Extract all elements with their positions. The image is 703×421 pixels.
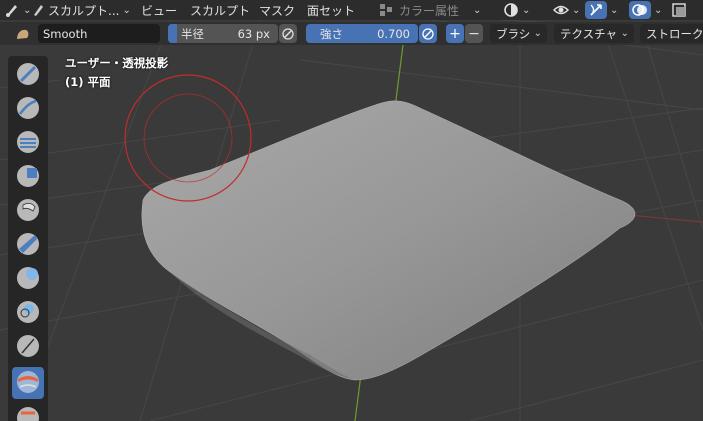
brush-menu[interactable]: ブラシ ⌄ <box>490 24 547 43</box>
eye-icon <box>552 2 570 18</box>
clay-thumb-brush-icon <box>15 197 41 226</box>
clay-brush-icon <box>15 129 41 158</box>
viewport-header: ⌄ スカルプト... ⌄ ビュー スカルプト マスク 面セット カラー属性 ⌄ … <box>0 0 703 20</box>
tool-settings-bar: Smooth 半径 63 px 強さ 0.700 + − ブラシ ⌄ テクスチャ… <box>0 22 703 45</box>
draw-brush-icon <box>15 61 41 90</box>
chevron-down-icon: ⌄ <box>620 28 629 39</box>
active-object-label: (1) 平面 <box>65 75 111 89</box>
tool-inflate[interactable] <box>12 263 44 295</box>
crease-brush-icon <box>15 333 41 362</box>
overlay-icon <box>632 2 648 18</box>
chevron-down-icon: ⌄ <box>610 4 619 16</box>
draw-sharp-brush-icon <box>15 95 41 124</box>
sculpt-mode-icon <box>4 2 20 18</box>
chevron-down-icon: ⌄ <box>654 4 663 16</box>
texture-menu[interactable]: テクスチャ ⌄ <box>554 24 634 43</box>
brush-thumbnail-icon <box>15 27 31 41</box>
mode-dropdown[interactable]: スカルプト... ⌄ <box>28 1 131 19</box>
xray-toggle[interactable] <box>671 1 687 19</box>
chevron-down-icon: ⌄ <box>473 4 482 16</box>
chevron-down-icon: ⌄ <box>522 4 531 16</box>
brush-name-field[interactable]: Smooth <box>38 24 160 43</box>
smooth-brush-icon <box>15 369 41 398</box>
tool-crease[interactable] <box>12 331 44 363</box>
color-attribute-icon <box>379 3 393 17</box>
strength-slider[interactable]: 強さ 0.700 <box>306 24 418 43</box>
brush-name: Smooth <box>43 26 88 41</box>
menu-mask[interactable]: マスク <box>259 1 295 19</box>
overlay-dropdown[interactable]: ⌄ <box>651 1 662 19</box>
color-attribute-dropdown[interactable]: カラー属性 ⌄ <box>379 1 481 19</box>
radius-pressure-button[interactable] <box>279 24 297 43</box>
strength-label: 強さ <box>320 26 343 41</box>
blob-brush-icon <box>15 299 41 328</box>
pen-pressure-icon <box>421 27 435 41</box>
object-type-visibility[interactable]: ⌄ <box>503 1 530 19</box>
tool-draw[interactable] <box>12 59 44 91</box>
inflate-brush-icon <box>15 265 41 294</box>
stroke-menu[interactable]: ストローク <box>640 24 703 43</box>
overlay-toggle[interactable] <box>629 1 651 19</box>
texture-menu-label: テクスチャ <box>560 26 618 41</box>
sculpt-brush-icon <box>32 3 44 17</box>
radius-value: 63 px <box>237 26 270 41</box>
color-attribute-label: カラー属性 <box>399 3 460 18</box>
view-perspective-label: ユーザー・透視投影 <box>65 56 169 70</box>
menu-sculpt[interactable]: スカルプト <box>190 1 250 19</box>
tool-shelf <box>8 56 48 421</box>
gizmo-toggle[interactable] <box>585 1 607 19</box>
radius-slider[interactable]: 半径 63 px <box>168 24 278 43</box>
tool-smooth[interactable] <box>12 367 44 399</box>
tool-clay-strips[interactable] <box>12 161 44 193</box>
tool-draw-sharp[interactable] <box>12 93 44 125</box>
direction-add-button[interactable]: + <box>446 24 464 43</box>
direction-subtract-button[interactable]: − <box>465 24 483 43</box>
strength-value: 0.700 <box>377 26 410 41</box>
menu-face-sets[interactable]: 面セット <box>307 1 355 19</box>
tool-blob[interactable] <box>12 297 44 329</box>
gizmo-dropdown[interactable]: ⌄ <box>607 1 618 19</box>
flatten-brush-icon <box>15 405 41 421</box>
pen-pressure-icon <box>281 27 295 41</box>
strength-pressure-button[interactable] <box>419 24 437 43</box>
stroke-menu-label: ストローク <box>646 26 703 41</box>
chevron-down-icon: ⌄ <box>533 28 542 39</box>
brush-preview[interactable] <box>8 24 38 43</box>
clay-strips-brush-icon <box>15 163 41 192</box>
xray-icon <box>671 2 687 18</box>
tool-clay[interactable] <box>12 127 44 159</box>
visibility-toggle[interactable]: ⌄ <box>552 1 581 19</box>
layer-brush-icon <box>15 231 41 260</box>
tool-clay-thumb[interactable] <box>12 195 44 227</box>
menu-view[interactable]: ビュー <box>141 1 177 19</box>
radius-fill <box>168 24 177 43</box>
shading-sphere-icon <box>503 2 519 18</box>
mode-label: スカルプト... <box>48 3 120 18</box>
chevron-down-icon: ⌄ <box>122 4 131 16</box>
chevron-down-icon: ⌄ <box>572 4 581 16</box>
brush-menu-label: ブラシ <box>496 26 531 41</box>
tool-layer[interactable] <box>12 229 44 261</box>
gizmo-icon <box>588 2 604 18</box>
tool-flatten[interactable] <box>12 403 44 421</box>
